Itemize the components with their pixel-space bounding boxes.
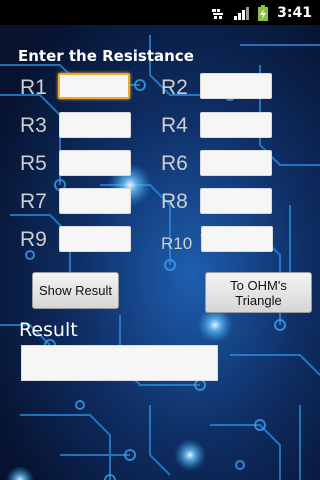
ohms-triangle-button-label-line2: Triangle	[235, 292, 282, 308]
label-r10: R10	[161, 234, 193, 253]
circuit-board-background	[0, 25, 320, 480]
input-r2[interactable]	[200, 73, 272, 99]
label-r8: R8	[161, 190, 188, 213]
clock: 3:41	[277, 4, 312, 21]
ohms-triangle-button-label-line1: To OHM's	[230, 277, 287, 293]
result-display	[21, 345, 218, 381]
show-result-button[interactable]: Show Result	[32, 272, 119, 309]
signal-icon	[233, 6, 250, 20]
label-r3: R3	[20, 114, 47, 137]
input-r7[interactable]	[59, 188, 131, 214]
status-bar: 3:41	[0, 0, 320, 25]
input-r4[interactable]	[200, 112, 272, 138]
label-r5: R5	[20, 152, 47, 175]
input-r1[interactable]	[58, 73, 130, 99]
input-r10[interactable]	[201, 226, 273, 252]
battery-charging-icon	[257, 4, 269, 21]
usb-debug-icon	[211, 6, 225, 20]
input-r6[interactable]	[200, 150, 272, 176]
label-r7: R7	[20, 190, 47, 213]
result-label: Result	[19, 319, 78, 341]
label-r2: R2	[161, 76, 188, 99]
input-r3[interactable]	[59, 112, 131, 138]
form-title: Enter the Resistance	[18, 47, 194, 65]
input-r9[interactable]	[59, 226, 131, 252]
ohms-triangle-button[interactable]: To OHM's Triangle	[205, 272, 312, 313]
label-r6: R6	[161, 152, 188, 175]
label-r1: R1	[20, 76, 47, 99]
input-r8[interactable]	[200, 188, 272, 214]
label-r9: R9	[20, 228, 47, 251]
label-r4: R4	[161, 114, 188, 137]
show-result-button-label: Show Result	[39, 283, 112, 298]
input-r5[interactable]	[59, 150, 131, 176]
